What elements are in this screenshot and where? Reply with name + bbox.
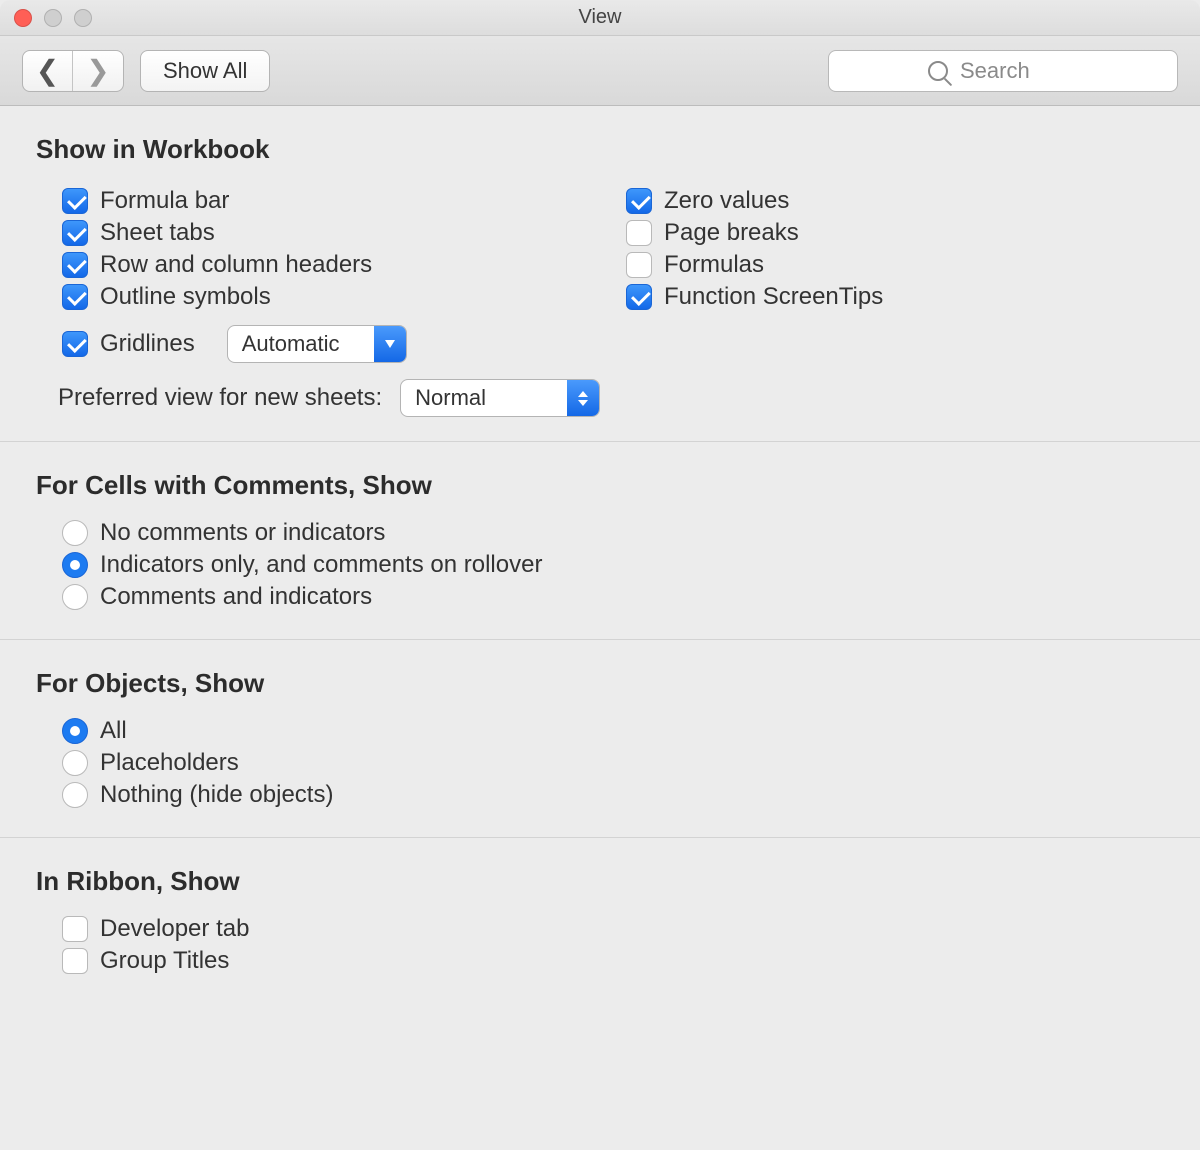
checkbox-sheet-tabs[interactable]: Sheet tabs <box>62 219 600 247</box>
checkbox-label: Outline symbols <box>100 283 271 311</box>
chevron-right-icon: ❯ <box>86 54 109 87</box>
preferred-view-select[interactable]: Normal <box>400 379 600 417</box>
search-field[interactable] <box>828 50 1178 92</box>
show-all-label: Show All <box>163 58 247 84</box>
checkbox-icon <box>62 284 88 310</box>
checkbox-label: Group Titles <box>100 947 229 975</box>
radio-icon <box>62 750 88 776</box>
preferred-view-row: Preferred view for new sheets: Normal <box>58 379 1164 417</box>
show-in-workbook-left: Formula bar Sheet tabs Row and column he… <box>36 183 600 367</box>
dropdown-value: Automatic <box>228 331 374 357</box>
preferred-view-label: Preferred view for new sheets: <box>58 384 382 412</box>
updown-arrows-icon <box>567 380 599 416</box>
radio-icon <box>62 782 88 808</box>
checkbox-label: Function ScreenTips <box>664 283 883 311</box>
checkbox-label: Gridlines <box>100 330 195 358</box>
section-comments: For Cells with Comments, Show No comment… <box>0 442 1200 640</box>
window-close-button[interactable] <box>14 9 32 27</box>
radio-label: Nothing (hide objects) <box>100 781 333 809</box>
checkbox-icon <box>62 188 88 214</box>
radio-icon <box>62 584 88 610</box>
section-show-in-workbook: Show in Workbook Formula bar Sheet tabs … <box>0 106 1200 442</box>
search-input[interactable] <box>958 57 1078 85</box>
radio-objects-placeholders[interactable]: Placeholders <box>62 749 1164 777</box>
checkbox-outline-symbols[interactable]: Outline symbols <box>62 283 600 311</box>
checkbox-icon <box>62 252 88 278</box>
checkbox-icon <box>626 188 652 214</box>
radio-objects-nothing[interactable]: Nothing (hide objects) <box>62 781 1164 809</box>
toolbar: ❮ ❯ Show All <box>0 36 1200 106</box>
checkbox-label: Developer tab <box>100 915 249 943</box>
window-title: View <box>0 6 1200 29</box>
section-title: Show in Workbook <box>36 134 1164 165</box>
checkbox-icon <box>626 220 652 246</box>
checkbox-zero-values[interactable]: Zero values <box>626 187 1164 215</box>
checkbox-label: Page breaks <box>664 219 799 247</box>
checkbox-group-titles[interactable]: Group Titles <box>62 947 1164 975</box>
radio-indicators-only[interactable]: Indicators only, and comments on rollove… <box>62 551 1164 579</box>
checkbox-row-column-headers[interactable]: Row and column headers <box>62 251 600 279</box>
forward-button[interactable]: ❯ <box>73 51 123 91</box>
checkbox-label: Zero values <box>664 187 789 215</box>
window-minimize-button[interactable] <box>44 9 62 27</box>
section-title: For Objects, Show <box>36 668 1164 699</box>
window-zoom-button[interactable] <box>74 9 92 27</box>
radio-objects-all[interactable]: All <box>62 717 1164 745</box>
dropdown-value: Normal <box>401 385 567 411</box>
gridlines-mode-select[interactable]: Automatic <box>227 325 407 363</box>
checkbox-icon <box>62 916 88 942</box>
chevron-left-icon: ❮ <box>36 54 59 87</box>
section-title: For Cells with Comments, Show <box>36 470 1164 501</box>
chevron-down-icon <box>374 326 406 362</box>
nav-segmented: ❮ ❯ <box>22 50 124 92</box>
show-in-workbook-right: Zero values Page breaks Formulas Functio… <box>600 183 1164 367</box>
checkbox-developer-tab[interactable]: Developer tab <box>62 915 1164 943</box>
preferences-window: View ❮ ❯ Show All Show in Workbook <box>0 0 1200 1150</box>
checkbox-label: Formulas <box>664 251 764 279</box>
checkbox-gridlines[interactable]: Gridlines Automatic <box>62 325 600 363</box>
radio-comments-indicators[interactable]: Comments and indicators <box>62 583 1164 611</box>
checkbox-icon <box>626 284 652 310</box>
radio-icon <box>62 552 88 578</box>
back-button[interactable]: ❮ <box>23 51 73 91</box>
radio-label: All <box>100 717 127 745</box>
checkbox-icon <box>62 331 88 357</box>
show-all-button[interactable]: Show All <box>140 50 270 92</box>
radio-label: Comments and indicators <box>100 583 372 611</box>
checkbox-icon <box>62 948 88 974</box>
search-icon <box>928 61 948 81</box>
checkbox-page-breaks[interactable]: Page breaks <box>626 219 1164 247</box>
section-objects: For Objects, Show All Placeholders Nothi… <box>0 640 1200 838</box>
titlebar: View <box>0 0 1200 36</box>
radio-icon <box>62 520 88 546</box>
section-title: In Ribbon, Show <box>36 866 1164 897</box>
traffic-lights <box>14 9 92 27</box>
checkbox-label: Row and column headers <box>100 251 372 279</box>
radio-label: Indicators only, and comments on rollove… <box>100 551 542 579</box>
radio-label: Placeholders <box>100 749 239 777</box>
checkbox-formula-bar[interactable]: Formula bar <box>62 187 600 215</box>
checkbox-label: Formula bar <box>100 187 229 215</box>
radio-icon <box>62 718 88 744</box>
content-area: Show in Workbook Formula bar Sheet tabs … <box>0 106 1200 1150</box>
radio-label: No comments or indicators <box>100 519 385 547</box>
checkbox-function-screentips[interactable]: Function ScreenTips <box>626 283 1164 311</box>
checkbox-icon <box>62 220 88 246</box>
checkbox-formulas[interactable]: Formulas <box>626 251 1164 279</box>
section-ribbon: In Ribbon, Show Developer tab Group Titl… <box>0 838 1200 1003</box>
checkbox-icon <box>626 252 652 278</box>
checkbox-label: Sheet tabs <box>100 219 215 247</box>
radio-no-comments[interactable]: No comments or indicators <box>62 519 1164 547</box>
